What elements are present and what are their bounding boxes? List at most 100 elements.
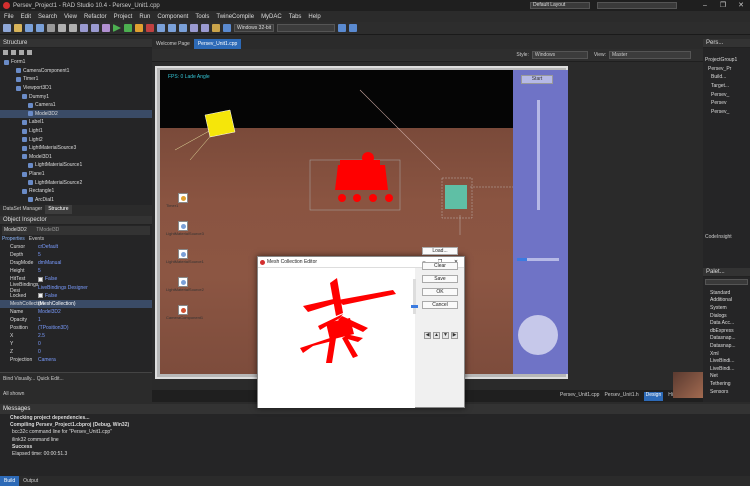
run-without-debug-icon[interactable]	[124, 24, 132, 32]
palette-category[interactable]: Data Acc...	[703, 319, 736, 327]
tab-build[interactable]: Build	[0, 476, 20, 486]
property-row[interactable]: Opacity 1	[0, 316, 152, 324]
tab-persev-unit1[interactable]: Persev_Unit1.cpp	[193, 39, 242, 49]
delete-icon[interactable]	[27, 50, 32, 55]
tree-item[interactable]: Light2	[0, 135, 152, 144]
property-value[interactable]: 2.5	[38, 333, 45, 339]
property-row[interactable]: Position (TPosition3D)	[0, 324, 152, 332]
nav-forward-icon[interactable]	[349, 24, 357, 32]
property-value[interactable]: (MeshCollection)	[38, 301, 76, 307]
property-row[interactable]: DragMode dmManual	[0, 259, 152, 267]
palette-category[interactable]: Dialogs	[703, 312, 736, 320]
property-row[interactable]: Depth 5	[0, 251, 152, 259]
project-item[interactable]: Persev	[703, 99, 750, 108]
property-row[interactable]: Cursor crDefault	[0, 243, 152, 251]
close-button[interactable]: ✕	[732, 0, 750, 11]
tree-item[interactable]: Viewport3D1	[0, 84, 152, 93]
nonvisual-component[interactable]: LightMaterialSource1	[166, 249, 216, 264]
save-button[interactable]: Save	[422, 275, 458, 283]
property-value[interactable]: 1	[38, 317, 41, 323]
palette-category[interactable]: Datasnap...	[703, 335, 736, 343]
collapse-icon[interactable]	[3, 50, 8, 55]
options-icon[interactable]	[102, 24, 110, 32]
component-selector[interactable]: Model3D2 TModel3D	[2, 226, 150, 235]
slider-thumb[interactable]	[517, 258, 527, 261]
checkbox[interactable]	[38, 276, 43, 282]
mesh-preview[interactable]	[258, 268, 415, 408]
save-icon[interactable]	[25, 24, 33, 32]
tree-item[interactable]: Plane1	[0, 170, 152, 179]
menu-project[interactable]: Project	[114, 14, 133, 20]
tree-item[interactable]: Label1	[0, 118, 152, 127]
property-row[interactable]: Projection Camera	[0, 356, 152, 364]
project-icon[interactable]	[80, 24, 88, 32]
menu-twinecompile[interactable]: TwineCompile	[216, 14, 254, 20]
move-down-icon[interactable]: ▼	[442, 332, 449, 339]
palette-category[interactable]: System	[703, 304, 736, 312]
zoom-track[interactable]	[413, 279, 416, 314]
nonvisual-component[interactable]: Timer1	[166, 193, 216, 208]
move-up-icon[interactable]: ▲	[433, 332, 440, 339]
menu-tools[interactable]: Tools	[195, 14, 209, 20]
property-row[interactable]: Name Model3D2	[0, 308, 152, 316]
open-icon[interactable]	[14, 24, 22, 32]
menu-file[interactable]: File	[4, 14, 14, 20]
new-icon[interactable]	[3, 24, 11, 32]
tree-item[interactable]: LightMaterialSource3	[0, 144, 152, 153]
property-value[interactable]: 5	[38, 252, 41, 258]
search-input[interactable]	[597, 2, 677, 9]
palette-category[interactable]: Xml	[703, 350, 736, 358]
palette-category[interactable]: Sensors	[703, 388, 736, 396]
move-left-icon[interactable]: ◀	[424, 332, 431, 339]
palette-category[interactable]: Net	[703, 373, 736, 381]
tab-structure[interactable]: Structure	[45, 205, 72, 214]
palette-category[interactable]: LiveBindi...	[703, 357, 736, 365]
clear-button[interactable]: Clear	[422, 262, 458, 270]
nonvisual-component[interactable]: LightMaterialSource2	[166, 277, 216, 292]
palette-category[interactable]: Additional	[703, 297, 736, 305]
property-value[interactable]: crDefault	[38, 244, 58, 250]
minimize-button[interactable]: –	[696, 0, 714, 11]
palette-category[interactable]: LiveBindi...	[703, 365, 736, 373]
tree-item[interactable]: Model3D1	[0, 153, 152, 162]
tree-item[interactable]: Dummy1	[0, 92, 152, 101]
property-value[interactable]: dmManual	[38, 260, 61, 266]
run-icon[interactable]	[113, 24, 121, 32]
property-row[interactable]: X 2.5	[0, 332, 152, 340]
tab-properties[interactable]: Properties	[2, 236, 25, 243]
view-combo[interactable]: Master	[609, 51, 691, 59]
property-value[interactable]: Camera	[38, 357, 56, 363]
menu-mydac[interactable]: MyDAC	[261, 14, 282, 20]
zoom-thumb[interactable]	[411, 305, 418, 308]
palette-category[interactable]: Standard	[703, 289, 736, 297]
property-value[interactable]: False	[38, 293, 57, 299]
ok-button[interactable]: OK	[422, 288, 458, 296]
up-arrow-icon[interactable]	[11, 50, 16, 55]
close-file-icon[interactable]	[47, 24, 55, 32]
menu-tabs[interactable]: Tabs	[289, 14, 302, 20]
project-item[interactable]: Persev_	[703, 108, 750, 117]
property-value[interactable]: False	[38, 276, 57, 282]
tree-item[interactable]: ArcDial1	[0, 196, 152, 205]
down-arrow-icon[interactable]	[19, 50, 24, 55]
menu-edit[interactable]: Edit	[21, 14, 31, 20]
pause-icon[interactable]	[135, 24, 143, 32]
trace-into-icon[interactable]	[168, 24, 176, 32]
platform-combo[interactable]: Windows 32-bit	[234, 24, 274, 32]
tree-item[interactable]: Rectangle1	[0, 187, 152, 196]
property-value[interactable]: 0	[38, 341, 41, 347]
nonvisual-component[interactable]: CameraComponent1	[166, 305, 216, 320]
menu-component[interactable]: Component	[157, 14, 188, 20]
tab-output[interactable]: Output	[19, 478, 42, 484]
nonvisual-component[interactable]: LightMaterialSource3	[166, 221, 216, 236]
tree-item[interactable]: LightMaterialSource1	[0, 161, 152, 170]
layout-combo[interactable]: Default Layout	[530, 2, 590, 9]
palette-category[interactable]: Tethering	[703, 380, 736, 388]
arc-dial[interactable]	[518, 315, 558, 355]
tree-item[interactable]: CameraComponent1	[0, 67, 152, 76]
palette-category[interactable]: dbExpress	[703, 327, 736, 335]
property-row[interactable]: Y0	[0, 340, 152, 348]
property-value[interactable]: 0	[38, 349, 41, 355]
palette-category[interactable]: Datasnap...	[703, 342, 736, 350]
cancel-button[interactable]: Cancel	[422, 301, 458, 309]
